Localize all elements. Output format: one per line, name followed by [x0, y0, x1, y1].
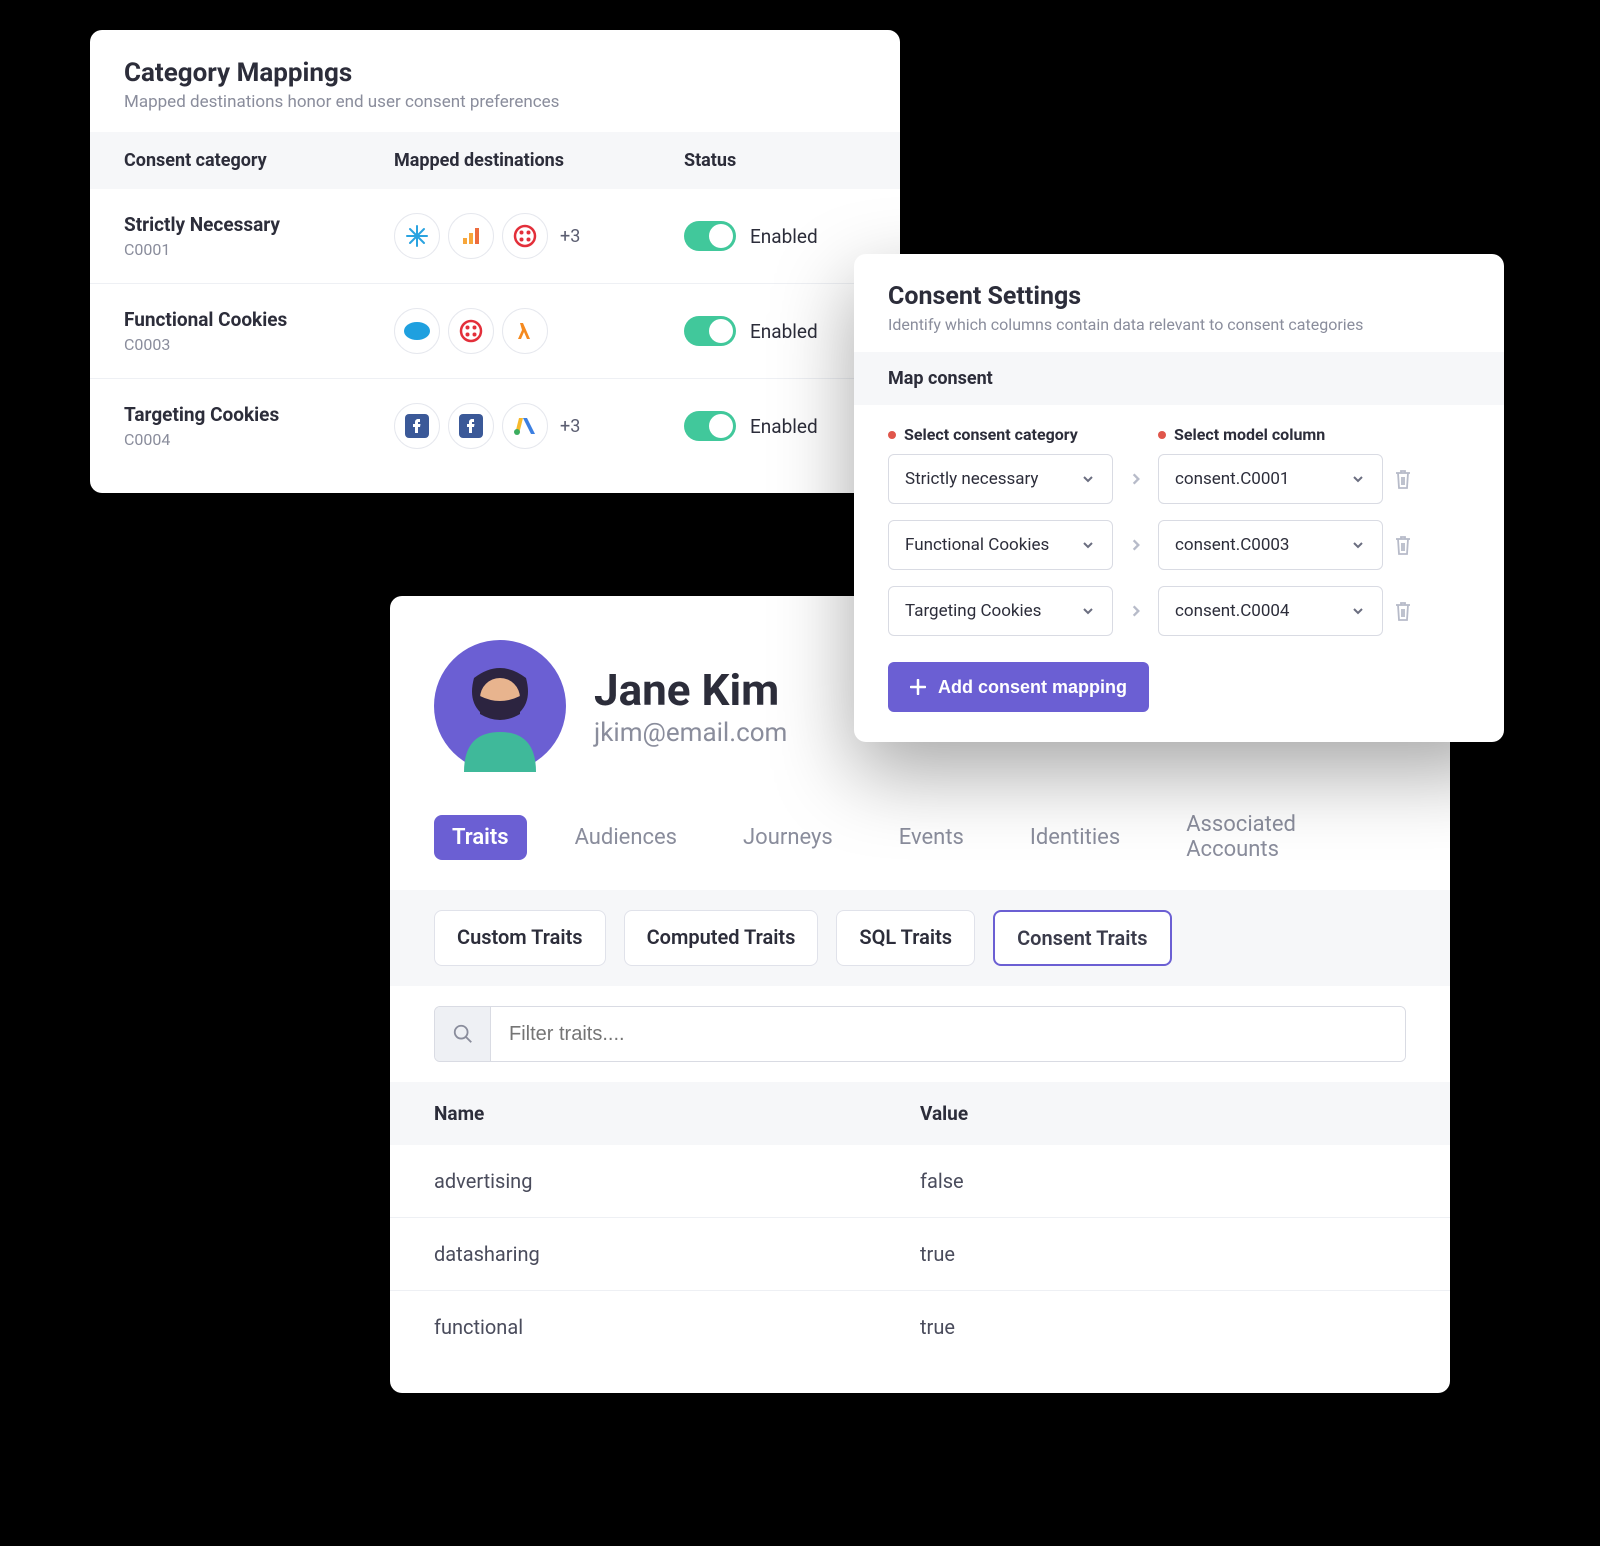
consent-map-row: Functional Cookies consent.C0003	[888, 520, 1470, 570]
facebook-icon	[394, 403, 440, 449]
required-dot-icon	[888, 431, 896, 439]
plus-icon	[910, 679, 926, 695]
col-dest: Mapped destinations	[394, 150, 684, 171]
column-select[interactable]: consent.C0003	[1158, 520, 1383, 570]
trait-name: advertising	[434, 1169, 920, 1193]
mappings-title: Category Mappings	[124, 58, 866, 88]
category-name: Functional Cookies	[124, 308, 394, 331]
chevron-down-icon	[1346, 533, 1370, 557]
profile-name: Jane Kim	[594, 664, 787, 716]
twilio-icon	[448, 308, 494, 354]
trait-name: datasharing	[434, 1242, 920, 1266]
analytics-icon	[448, 213, 494, 259]
mappings-table-header: Consent category Mapped destinations Sta…	[90, 132, 900, 189]
salesforce-icon	[394, 308, 440, 354]
status-label: Enabled	[750, 225, 818, 248]
facebook-icon	[448, 403, 494, 449]
column-select[interactable]: consent.C0001	[1158, 454, 1383, 504]
col-trait-value: Value	[920, 1102, 1406, 1125]
chevron-down-icon	[1346, 467, 1370, 491]
trait-filter-bar: Custom Traits Computed Traits SQL Traits…	[390, 890, 1450, 986]
tab-traits[interactable]: Traits	[434, 815, 527, 860]
filter-sql-traits[interactable]: SQL Traits	[836, 910, 975, 966]
trait-row: datasharing true	[390, 1218, 1450, 1291]
tab-associated-accounts[interactable]: Associated Accounts	[1168, 802, 1406, 872]
arrow-right-icon	[1113, 538, 1158, 552]
category-name: Strictly Necessary	[124, 213, 394, 236]
mapping-row: Functional Cookies C0003 Enabled	[90, 284, 900, 379]
category-id: C0004	[124, 430, 394, 449]
mappings-subtitle: Mapped destinations honor end user conse…	[124, 92, 866, 112]
label-select-column: Select model column	[1158, 425, 1383, 444]
category-mappings-card: Category Mappings Mapped destinations ho…	[90, 30, 900, 493]
category-id: C0001	[124, 240, 394, 259]
profile-tabs: Traits Audiences Journeys Events Identit…	[390, 802, 1450, 890]
trait-value: true	[920, 1242, 1406, 1266]
chevron-down-icon	[1346, 599, 1370, 623]
filter-custom-traits[interactable]: Custom Traits	[434, 910, 606, 966]
trait-row: advertising false	[390, 1145, 1450, 1218]
delete-mapping-button[interactable]	[1383, 534, 1423, 556]
status-toggle[interactable]	[684, 221, 736, 251]
consent-title: Consent Settings	[888, 282, 1470, 311]
status-label: Enabled	[750, 415, 818, 438]
consent-map-row: Strictly necessary consent.C0001	[888, 454, 1470, 504]
twilio-icon	[502, 213, 548, 259]
search-icon[interactable]	[435, 1007, 491, 1061]
column-select[interactable]: consent.C0004	[1158, 586, 1383, 636]
trait-row: functional true	[390, 1291, 1450, 1363]
add-consent-mapping-button[interactable]: Add consent mapping	[888, 662, 1149, 712]
profile-email: jkim@email.com	[594, 718, 787, 748]
mapping-row: Targeting Cookies C0004 +3 Enabled	[90, 379, 900, 473]
filter-consent-traits[interactable]: Consent Traits	[993, 910, 1171, 966]
tab-identities[interactable]: Identities	[1012, 815, 1138, 860]
mapping-row: Strictly Necessary C0001 +3 Enabled	[90, 189, 900, 284]
add-button-label: Add consent mapping	[938, 677, 1127, 698]
required-dot-icon	[1158, 431, 1166, 439]
lambda-icon	[502, 308, 548, 354]
category-id: C0003	[124, 335, 394, 354]
trait-value: false	[920, 1169, 1406, 1193]
trait-search	[434, 1006, 1406, 1062]
more-count: +3	[560, 226, 580, 247]
consent-subtitle: Identify which columns contain data rele…	[888, 315, 1470, 334]
col-category: Consent category	[124, 150, 394, 171]
tab-events[interactable]: Events	[881, 815, 982, 860]
delete-mapping-button[interactable]	[1383, 468, 1423, 490]
trait-table-header: Name Value	[390, 1082, 1450, 1145]
chevron-down-icon	[1076, 467, 1100, 491]
tab-audiences[interactable]: Audiences	[557, 815, 695, 860]
more-count: +3	[560, 416, 580, 437]
chevron-down-icon	[1076, 533, 1100, 557]
trait-value: true	[920, 1315, 1406, 1339]
google-ads-icon	[502, 403, 548, 449]
category-select[interactable]: Strictly necessary	[888, 454, 1113, 504]
label-select-category: Select consent category	[888, 425, 1113, 444]
status-toggle[interactable]	[684, 411, 736, 441]
tab-journeys[interactable]: Journeys	[725, 815, 851, 860]
filter-computed-traits[interactable]: Computed Traits	[624, 910, 819, 966]
arrow-right-icon	[1113, 472, 1158, 486]
status-label: Enabled	[750, 320, 818, 343]
consent-settings-card: Consent Settings Identify which columns …	[854, 254, 1504, 742]
status-toggle[interactable]	[684, 316, 736, 346]
delete-mapping-button[interactable]	[1383, 600, 1423, 622]
trait-name: functional	[434, 1315, 920, 1339]
consent-map-row: Targeting Cookies consent.C0004	[888, 586, 1470, 636]
chevron-down-icon	[1076, 599, 1100, 623]
map-consent-section: Map consent	[854, 352, 1504, 405]
arrow-right-icon	[1113, 604, 1158, 618]
avatar	[434, 640, 566, 772]
category-select[interactable]: Functional Cookies	[888, 520, 1113, 570]
category-name: Targeting Cookies	[124, 403, 394, 426]
col-trait-name: Name	[434, 1102, 920, 1125]
category-select[interactable]: Targeting Cookies	[888, 586, 1113, 636]
col-status: Status	[684, 150, 866, 171]
trait-search-input[interactable]	[491, 1007, 1405, 1061]
snowflake-icon	[394, 213, 440, 259]
